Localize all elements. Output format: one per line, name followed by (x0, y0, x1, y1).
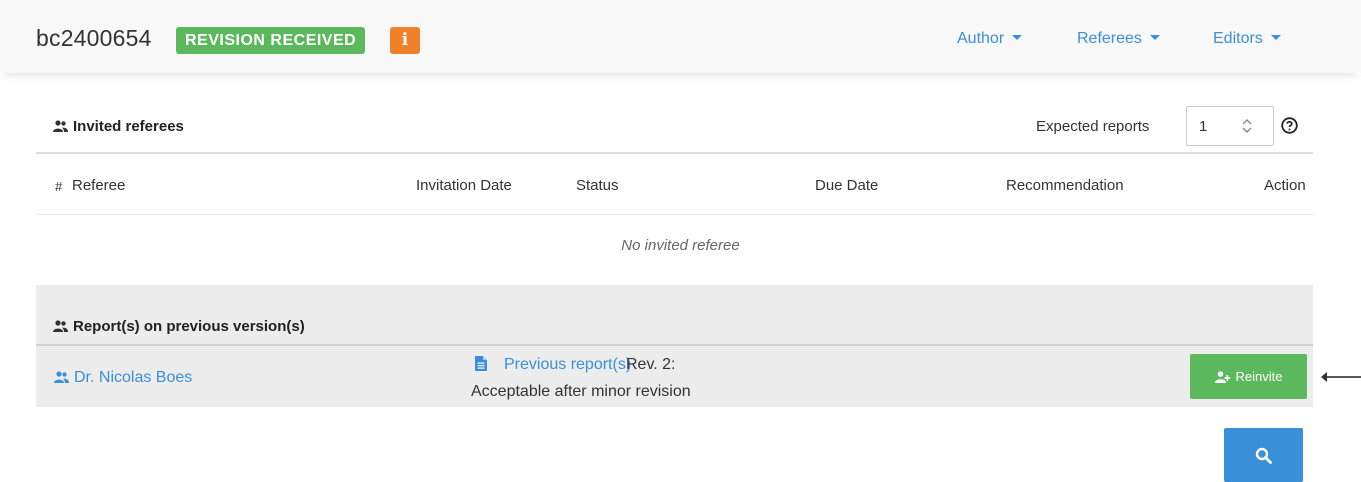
column-hash: # (55, 179, 63, 194)
previous-reports-title: Report(s) on previous version(s) (73, 318, 305, 335)
top-header: bc2400654 REVISION RECEIVED i Author Ref… (0, 0, 1361, 73)
people-icon (54, 371, 69, 383)
empty-state-message: No invited referee (621, 237, 740, 254)
document-icon (475, 356, 487, 371)
panel-divider (36, 344, 1313, 346)
column-referee: Referee (72, 177, 126, 194)
chevron-down-icon (1270, 35, 1281, 40)
column-invitation-date: Invitation Date (416, 177, 512, 194)
nav-editors-label: Editors (1213, 30, 1263, 47)
nav-author-label: Author (957, 30, 1005, 47)
column-action: Action (1264, 177, 1306, 194)
referee-link[interactable]: Dr. Nicolas Boes (54, 369, 192, 387)
expected-reports-value: 1 (1199, 118, 1208, 135)
manuscript-id: bc2400654 (36, 25, 152, 51)
reinvite-button[interactable]: Reinvite (1190, 354, 1307, 399)
user-plus-icon (1214, 370, 1230, 383)
column-due-date: Due Date (815, 177, 879, 194)
expected-reports-input[interactable]: 1 (1186, 106, 1274, 146)
nav-author-dropdown[interactable]: Author (957, 30, 1023, 48)
previous-reports-heading: Report(s) on previous version(s) (53, 318, 305, 335)
chevron-down-icon (1012, 35, 1023, 40)
nav-editors-dropdown[interactable]: Editors (1213, 30, 1281, 48)
invited-referees-heading: Invited referees (53, 118, 184, 135)
referee-name: Dr. Nicolas Boes (74, 369, 193, 386)
nav-referees-label: Referees (1077, 30, 1142, 47)
recommendation-text: Acceptable after minor revision (471, 383, 691, 400)
search-icon (1255, 447, 1272, 464)
section-divider (36, 152, 1313, 154)
people-icon (53, 320, 68, 332)
info-badge[interactable]: i (390, 27, 420, 54)
column-recommendation: Recommendation (1006, 177, 1124, 194)
column-status: Status (576, 177, 619, 194)
expected-reports-label: Expected reports (1036, 118, 1150, 135)
table-header-divider (36, 214, 1313, 215)
people-icon (53, 120, 68, 132)
invited-referees-title: Invited referees (73, 118, 184, 135)
stepper-icon[interactable] (1240, 118, 1254, 134)
nav-referees-dropdown[interactable]: Referees (1077, 30, 1160, 48)
arrow-left-icon (1321, 372, 1361, 382)
search-button[interactable] (1224, 428, 1303, 482)
status-badge: REVISION RECEIVED (176, 27, 366, 54)
chevron-down-icon (1149, 35, 1160, 40)
question-circle-icon[interactable] (1281, 117, 1298, 134)
revision-label: Rev. 2: (626, 356, 676, 373)
reinvite-label: Reinvite (1235, 369, 1283, 384)
previous-report-link[interactable]: Previous report(s) (504, 356, 631, 374)
